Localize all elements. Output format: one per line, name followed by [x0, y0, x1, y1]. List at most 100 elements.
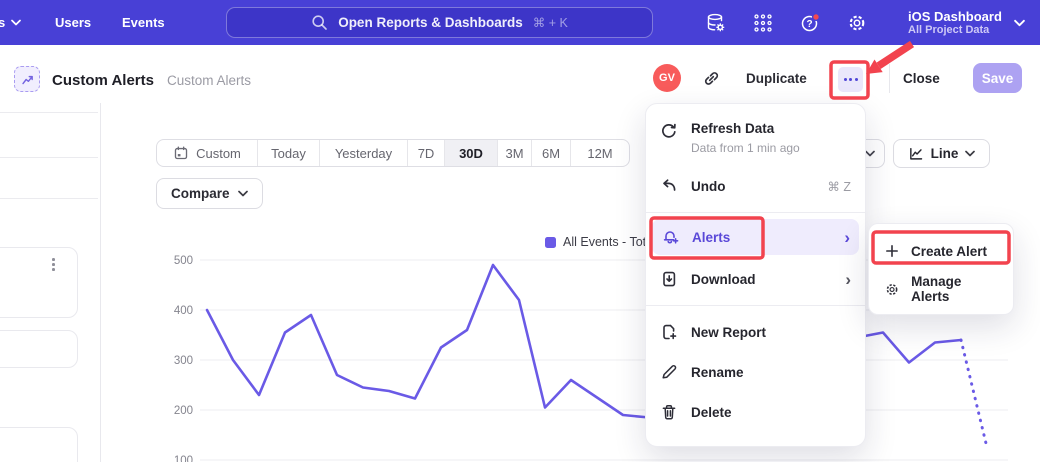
- svg-text:400: 400: [174, 305, 193, 317]
- header-divider: [889, 64, 890, 93]
- submenu-chevron-icon: ›: [844, 229, 850, 246]
- notification-dot: [813, 13, 820, 20]
- menu-divider: [646, 212, 865, 213]
- trash-icon: [660, 403, 678, 421]
- compare-button[interactable]: Compare: [156, 178, 263, 209]
- alerts-submenu: Create Alert Manage Alerts: [868, 223, 1014, 315]
- chevron-down-icon: [11, 19, 21, 26]
- breadcrumb: Custom Alerts: [167, 73, 251, 88]
- plus-icon: [884, 243, 900, 259]
- menu-item-undo[interactable]: Undo ⌘ Z: [646, 166, 865, 206]
- project-name: iOS Dashboard: [908, 9, 1002, 24]
- global-search[interactable]: Open Reports & Dashboards ⌘ + K: [226, 7, 653, 38]
- settings-gear-icon[interactable]: [846, 12, 868, 34]
- nav-item-events[interactable]: Events: [122, 0, 165, 45]
- menu-item-delete[interactable]: Delete: [646, 392, 865, 432]
- chevron-down-icon: [1014, 19, 1025, 27]
- report-icon: [14, 66, 40, 92]
- svg-text:200: 200: [174, 405, 193, 417]
- menu-item-rename[interactable]: Rename: [646, 352, 865, 392]
- submenu-item-label: Create Alert: [911, 244, 987, 259]
- search-placeholder: Open Reports & Dashboards: [338, 15, 523, 30]
- copy-link-icon[interactable]: [702, 69, 721, 88]
- date-range-segmented-control: Custom Today Yesterday 7D 30D 3M 6M 12M: [156, 139, 630, 167]
- page-title: Custom Alerts: [52, 72, 154, 89]
- menu-item-label: Refresh Data: [691, 121, 851, 136]
- line-chart-icon: [908, 146, 924, 162]
- data-management-icon[interactable]: [705, 12, 727, 34]
- svg-text:?: ?: [806, 19, 812, 30]
- menu-item-download[interactable]: Download ›: [646, 259, 865, 299]
- card-kebab-menu-icon[interactable]: [52, 258, 55, 271]
- legend-swatch: [545, 237, 556, 248]
- nav-item-cut-label: s: [0, 15, 5, 30]
- svg-text:100: 100: [174, 455, 193, 462]
- date-range-30d-selected[interactable]: 30D: [445, 140, 498, 166]
- menu-item-label: Download: [691, 272, 756, 287]
- chevron-down-icon: [865, 150, 875, 157]
- menu-item-refresh-data[interactable]: Refresh Data Data from 1 min ago: [646, 112, 865, 166]
- pencil-icon: [660, 363, 678, 381]
- date-range-yesterday[interactable]: Yesterday: [320, 140, 408, 166]
- date-range-custom[interactable]: Custom: [157, 140, 258, 166]
- sidebar-card[interactable]: [0, 330, 78, 368]
- menu-item-new-report[interactable]: New Report: [646, 312, 865, 352]
- refresh-freshness-text: Data from 1 min ago: [691, 141, 851, 155]
- sidebar-row-divider: [0, 198, 98, 199]
- submenu-chevron-icon: ›: [845, 271, 851, 288]
- more-options-menu: Refresh Data Data from 1 min ago Undo ⌘ …: [645, 103, 866, 447]
- svg-text:300: 300: [174, 355, 193, 367]
- sidebar-row-divider: [0, 112, 98, 113]
- help-icon[interactable]: ?: [799, 12, 821, 34]
- chevron-down-icon: [965, 150, 975, 157]
- project-subtitle: All Project Data: [908, 24, 1002, 37]
- calendar-icon: [173, 145, 189, 161]
- close-button[interactable]: Close: [903, 71, 940, 86]
- more-options-button[interactable]: [838, 67, 863, 92]
- sidebar-card[interactable]: [0, 247, 78, 318]
- menu-item-label: Delete: [691, 405, 732, 420]
- menu-divider: [646, 305, 865, 306]
- apps-grid-icon[interactable]: [752, 12, 774, 34]
- sidebar-card[interactable]: [0, 427, 78, 462]
- date-range-3m[interactable]: 3M: [498, 140, 532, 166]
- menu-item-label: Undo: [691, 179, 726, 194]
- menu-item-alerts[interactable]: Alerts ›: [652, 219, 859, 255]
- search-shortcut: ⌘ + K: [533, 15, 568, 30]
- avatar[interactable]: GV: [653, 64, 681, 92]
- navbar-icon-group: ?: [705, 0, 868, 45]
- app-window: 100 200 300 400 500 s Users Events Open Repo…: [0, 0, 1040, 462]
- sidebar-divider: [100, 103, 101, 462]
- bell-plus-icon: [661, 228, 679, 246]
- project-switcher[interactable]: iOS Dashboard All Project Data: [908, 0, 1025, 45]
- submenu-item-label: Manage Alerts: [911, 274, 998, 304]
- new-report-icon: [660, 323, 678, 341]
- menu-item-label: Rename: [691, 365, 744, 380]
- nav-item-cut[interactable]: s: [0, 0, 21, 45]
- duplicate-button[interactable]: Duplicate: [746, 71, 807, 86]
- legend-label: All Events - Total: [563, 235, 656, 249]
- gear-icon: [884, 281, 900, 298]
- report-header: Custom Alerts Custom Alerts GV Duplicate…: [0, 45, 1040, 103]
- date-range-12m[interactable]: 12M: [571, 140, 629, 166]
- chevron-down-icon: [238, 190, 248, 197]
- svg-text:500: 500: [174, 255, 193, 267]
- date-range-7d[interactable]: 7D: [408, 140, 445, 166]
- submenu-item-manage-alerts[interactable]: Manage Alerts: [869, 270, 1013, 308]
- sidebar-row-divider: [0, 157, 98, 158]
- chart-type-button[interactable]: Line: [893, 139, 990, 168]
- search-icon: [311, 14, 328, 31]
- submenu-item-create-alert[interactable]: Create Alert: [869, 232, 1013, 270]
- chart-legend[interactable]: All Events - Total: [545, 235, 656, 249]
- menu-item-label: New Report: [691, 325, 766, 340]
- date-range-6m[interactable]: 6M: [532, 140, 571, 166]
- undo-icon: [660, 177, 678, 195]
- top-navbar: s Users Events Open Reports & Dashboards…: [0, 0, 1040, 45]
- menu-item-label: Alerts: [692, 230, 730, 245]
- date-range-today[interactable]: Today: [258, 140, 320, 166]
- nav-item-users[interactable]: Users: [55, 0, 91, 45]
- refresh-icon: [660, 122, 678, 140]
- save-button[interactable]: Save: [973, 63, 1022, 93]
- undo-shortcut: ⌘ Z: [827, 179, 851, 194]
- download-icon: [660, 270, 678, 288]
